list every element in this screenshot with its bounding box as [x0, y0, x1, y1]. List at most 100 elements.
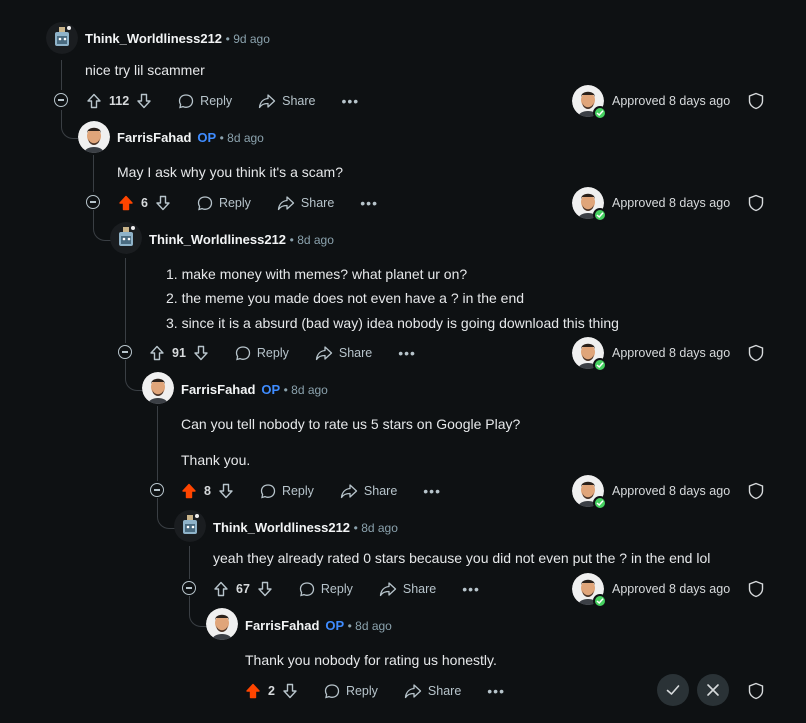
action-row: 67 Reply Share ••• [213, 578, 480, 600]
username[interactable]: FarrisFahad [117, 130, 191, 145]
approve-button[interactable] [657, 674, 689, 706]
collapse-icon[interactable] [182, 581, 196, 595]
reply-label: Reply [345, 684, 378, 698]
vote-score: 112 [109, 94, 130, 108]
more-icon[interactable]: ••• [423, 483, 441, 499]
reply-icon [260, 484, 276, 499]
reply-icon [235, 346, 251, 361]
upvote-icon[interactable] [245, 683, 261, 699]
reply-label: Reply [218, 196, 251, 210]
shield-icon[interactable] [748, 344, 764, 362]
share-icon [340, 484, 358, 499]
reply-button[interactable]: Reply [197, 195, 251, 211]
username[interactable]: Think_Worldliness212 [85, 31, 222, 46]
upvote-icon[interactable] [86, 93, 102, 109]
username[interactable]: FarrisFahad [181, 382, 255, 397]
action-row: 91 Reply Share ••• [149, 342, 416, 364]
collapse-icon[interactable] [118, 345, 132, 359]
upvote-icon[interactable] [181, 483, 197, 499]
username[interactable]: Think_Worldliness212 [149, 232, 286, 247]
more-icon[interactable]: ••• [398, 345, 416, 361]
share-icon [315, 346, 333, 361]
more-icon[interactable]: ••• [342, 93, 360, 109]
timestamp: • 8d ago [283, 383, 328, 397]
action-row: 2 Reply Share ••• [245, 680, 505, 702]
comment-header: FarrisFahad OP • 8d ago [117, 130, 264, 145]
share-label: Share [427, 684, 462, 698]
action-row: 8 Reply Share ••• [181, 480, 441, 502]
comment-body-line: 1. make money with memes? what planet ur… [166, 266, 468, 282]
reply-button[interactable]: Reply [260, 483, 314, 499]
upvote-icon[interactable] [118, 195, 134, 211]
share-icon [258, 94, 276, 109]
shield-icon[interactable] [748, 580, 764, 598]
check-icon [593, 358, 607, 372]
username[interactable]: Think_Worldliness212 [213, 520, 350, 535]
remove-button[interactable] [697, 674, 729, 706]
downvote-icon[interactable] [218, 483, 234, 499]
upvote-icon[interactable] [213, 581, 229, 597]
comment-header: Think_Worldliness212 • 8d ago [149, 232, 334, 247]
op-badge: OP [197, 130, 216, 145]
shield-icon[interactable] [748, 92, 764, 110]
more-icon[interactable]: ••• [360, 195, 378, 211]
share-button[interactable]: Share [340, 483, 397, 499]
check-icon [593, 106, 607, 120]
approved-label: Approved 8 days ago [612, 94, 731, 108]
shield-icon[interactable] [748, 682, 764, 700]
avatar[interactable] [206, 608, 238, 640]
avatar[interactable] [174, 510, 206, 542]
reply-icon [197, 196, 213, 211]
comment-header: FarrisFahad OP • 8d ago [245, 618, 392, 633]
share-label: Share [282, 94, 316, 108]
share-button[interactable]: Share [277, 195, 334, 211]
comment-body-line: Thank you. [181, 452, 251, 468]
reply-button[interactable]: Reply [235, 345, 289, 361]
op-badge: OP [325, 618, 344, 633]
collapse-icon[interactable] [54, 93, 68, 107]
reply-button[interactable]: Reply [324, 683, 378, 699]
comment-body: Thank you nobody for rating us honestly. [245, 652, 497, 668]
more-icon[interactable]: ••• [487, 683, 505, 699]
timestamp: • 8d ago [347, 619, 392, 633]
share-button[interactable]: Share [315, 345, 372, 361]
comment-header: Think_Worldliness212 • 8d ago [213, 520, 398, 535]
share-label: Share [402, 582, 437, 596]
more-icon[interactable]: ••• [462, 581, 480, 597]
avatar[interactable] [78, 121, 110, 153]
share-label: Share [300, 196, 335, 210]
shield-icon[interactable] [748, 194, 764, 212]
timestamp: • 9d ago [225, 32, 270, 46]
downvote-icon[interactable] [155, 195, 171, 211]
downvote-icon[interactable] [193, 345, 209, 361]
reply-icon [324, 684, 340, 699]
vote-score: 91 [172, 346, 186, 360]
comment-body-line: Can you tell nobody to rate us 5 stars o… [181, 416, 521, 432]
check-icon [593, 208, 607, 222]
avatar[interactable] [142, 372, 174, 404]
username[interactable]: FarrisFahad [245, 618, 319, 633]
downvote-icon[interactable] [257, 581, 273, 597]
share-button[interactable]: Share [404, 683, 461, 699]
reply-button[interactable]: Reply [299, 581, 353, 597]
upvote-icon[interactable] [149, 345, 165, 361]
shield-icon[interactable] [748, 482, 764, 500]
share-button[interactable]: Share [258, 93, 316, 109]
reply-button[interactable]: Reply [178, 93, 232, 109]
avatar[interactable] [46, 22, 78, 54]
downvote-icon[interactable] [136, 93, 152, 109]
share-button[interactable]: Share [379, 581, 436, 597]
reply-label: Reply [256, 346, 289, 360]
downvote-icon[interactable] [282, 683, 298, 699]
check-icon [593, 594, 607, 608]
comment-body: May I ask why you think it's a scam? [117, 164, 343, 180]
avatar[interactable] [110, 222, 142, 254]
collapse-icon[interactable] [150, 483, 164, 497]
share-icon [277, 196, 295, 211]
reply-label: Reply [200, 94, 233, 108]
action-row: 6 Reply Share ••• [118, 192, 378, 214]
vote-score: 67 [236, 582, 250, 596]
share-icon [379, 582, 397, 597]
collapse-icon[interactable] [86, 195, 100, 209]
comment-header: FarrisFahad OP • 8d ago [181, 382, 328, 397]
